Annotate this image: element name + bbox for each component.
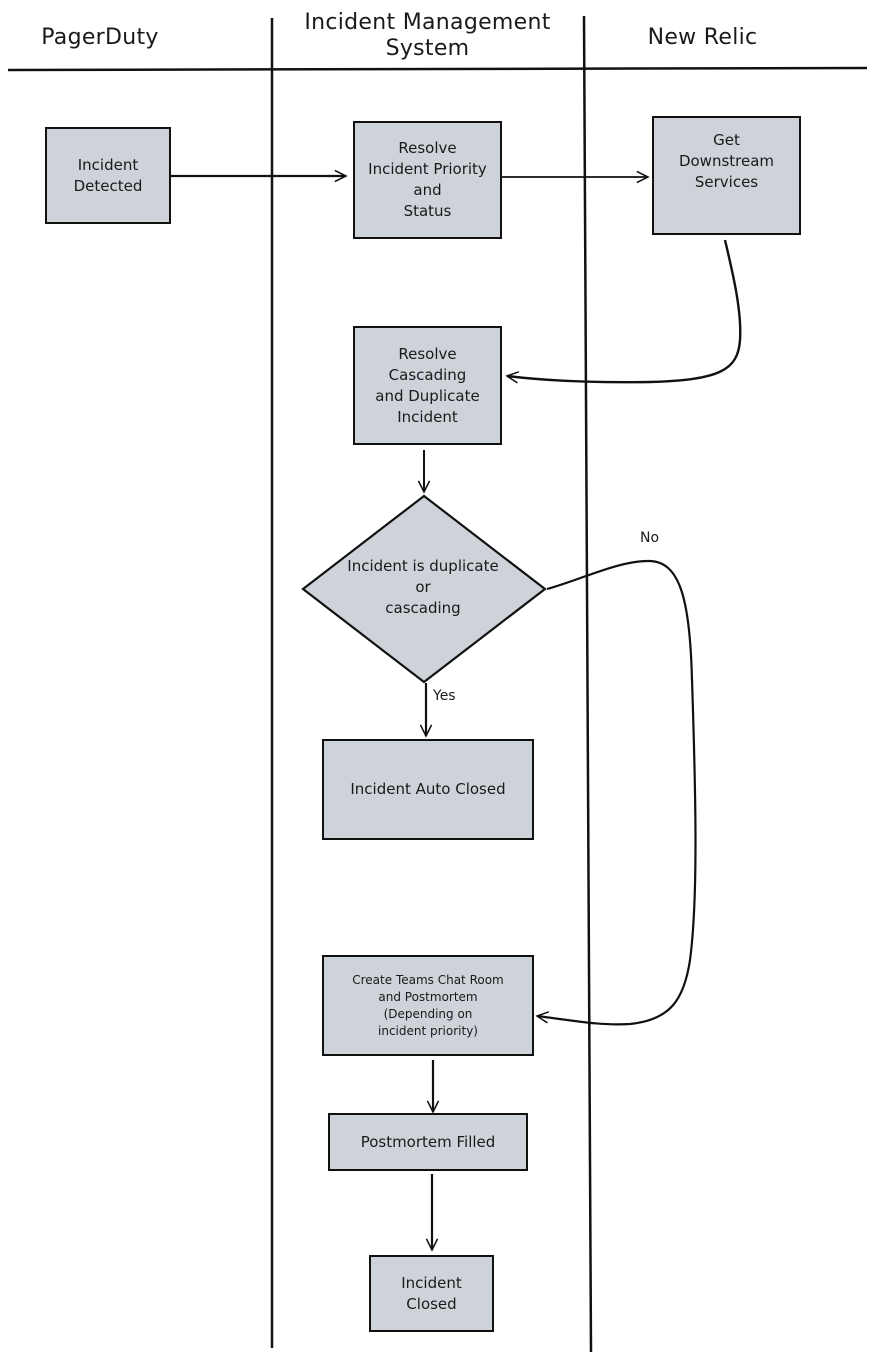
node-incident-detected: Incident Detected: [45, 127, 171, 224]
edge-downstream-to-cascading: [507, 239, 742, 382]
node-resolve-priority: Resolve Incident Priority and Status: [353, 121, 502, 239]
node-create-teams: Create Teams Chat Room and Postmortem (D…: [322, 955, 534, 1056]
edge-label-no: No: [640, 530, 660, 546]
lane-title-pagerduty: PagerDuty: [41, 25, 159, 50]
node-auto-closed: Incident Auto Closed: [322, 739, 534, 840]
node-resolve-cascading: Resolve Cascading and Duplicate Incident: [353, 326, 502, 445]
lane-divider-right: [582, 15, 593, 1353]
node-is-duplicate-label: Incident is duplicate or cascading: [347, 557, 499, 617]
edge-decision-no: [537, 559, 697, 1026]
lane-title-newrelic: New Relic: [647, 25, 758, 50]
node-get-downstream: Get Downstream Services: [652, 116, 801, 235]
header-divider: [7, 66, 868, 72]
node-incident-closed: Incident Closed: [369, 1255, 494, 1332]
node-postmortem-filled: Postmortem Filled: [328, 1113, 528, 1171]
lane-title-ims: Incident Management System: [304, 10, 551, 61]
edge-label-yes: Yes: [433, 688, 456, 704]
